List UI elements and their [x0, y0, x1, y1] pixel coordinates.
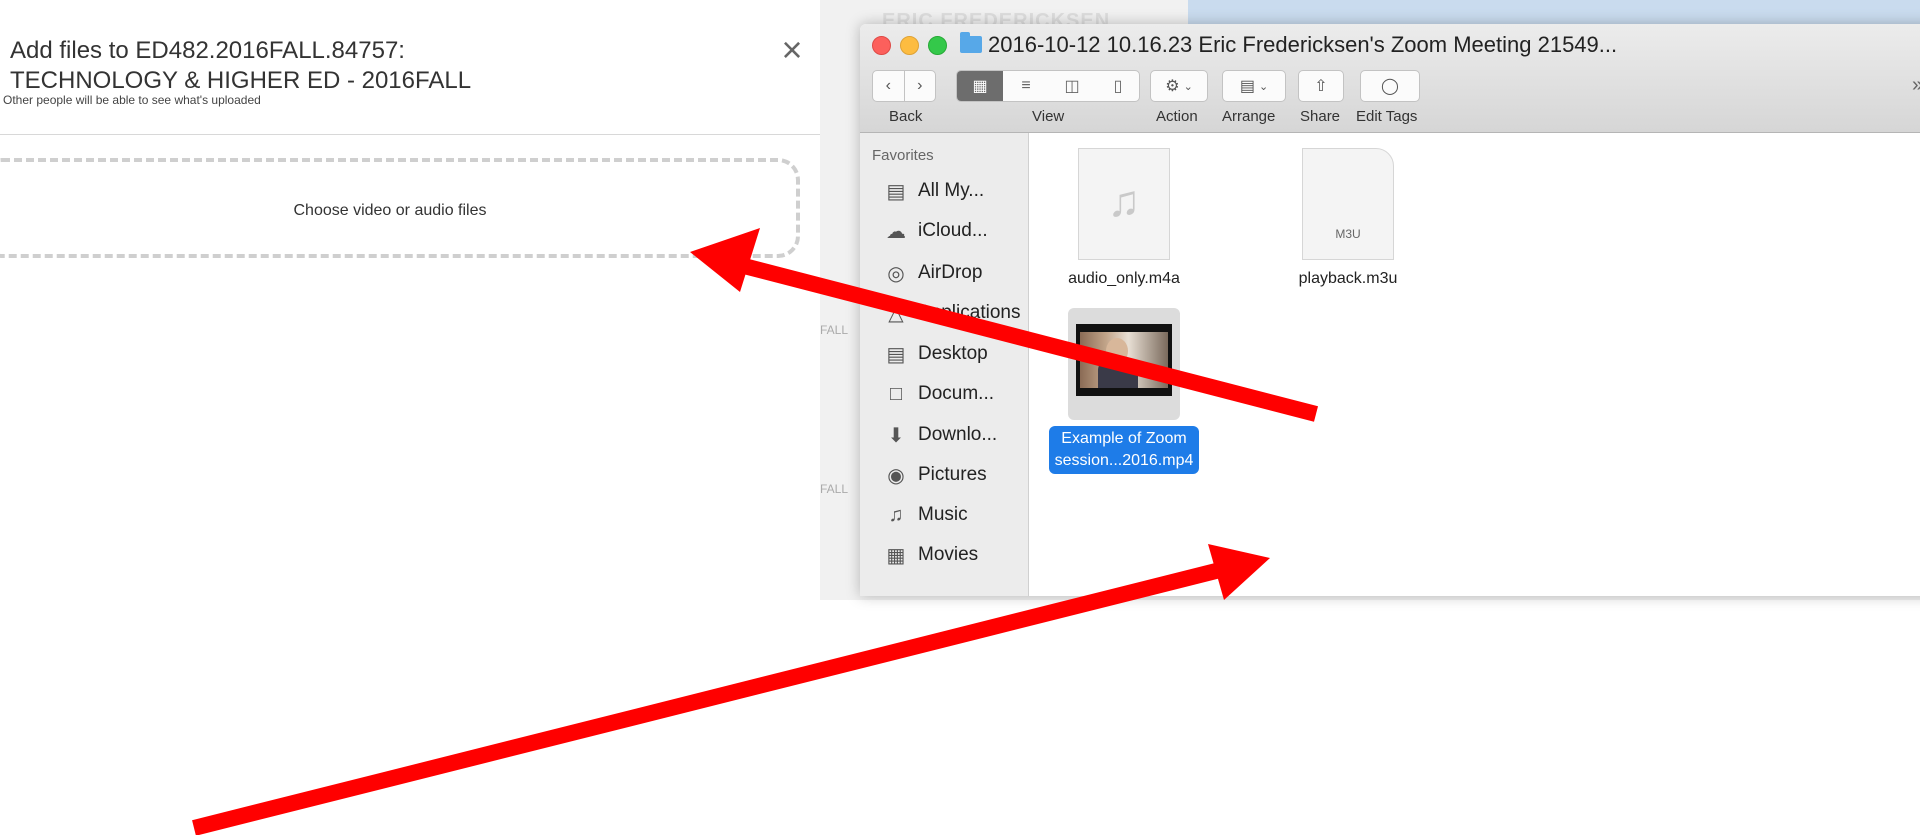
annotation-arrows	[192, 228, 1319, 835]
annotation-arrow-to-dropzone	[690, 228, 1319, 422]
annotation-arrow-to-video-file	[192, 544, 1270, 835]
